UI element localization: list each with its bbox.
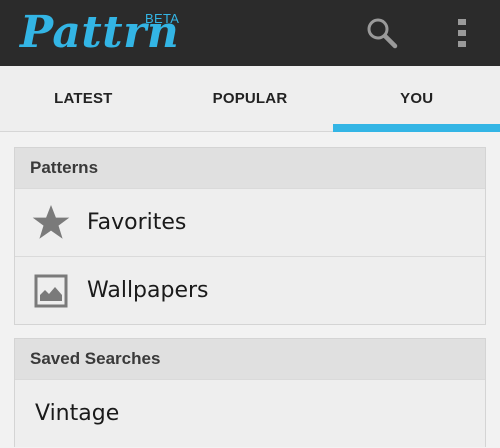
action-bar: Pattrn BETA <box>0 0 500 66</box>
overflow-menu-button[interactable] <box>440 12 484 54</box>
search-button[interactable] <box>358 12 406 54</box>
patterns-header: Patterns <box>15 148 485 188</box>
list-item-label: Favorites <box>87 210 187 235</box>
tab-label: POPULAR <box>212 90 288 107</box>
list-item-favorites[interactable]: Favorites <box>15 188 485 256</box>
list-item-vintage[interactable]: Vintage <box>15 379 485 447</box>
tab-you[interactable]: YOU <box>333 66 500 132</box>
selected-tab-indicator <box>333 124 500 132</box>
list-item-wallpapers[interactable]: Wallpapers <box>15 256 485 324</box>
list-item-label: Vintage <box>35 401 120 426</box>
tab-bar: LATEST POPULAR YOU <box>0 66 500 132</box>
image-icon <box>15 257 87 325</box>
list-item-label: Wallpapers <box>87 278 209 303</box>
search-icon <box>367 18 398 49</box>
patterns-card: Patterns Favorites Wallpapers <box>14 147 486 325</box>
overflow-menu-icon <box>458 19 466 47</box>
tab-popular[interactable]: POPULAR <box>167 66 334 131</box>
saved-searches-header: Saved Searches <box>15 339 485 379</box>
tab-label: YOU <box>400 90 434 107</box>
tab-label: LATEST <box>54 90 113 107</box>
saved-searches-card: Saved Searches Vintage <box>14 338 486 447</box>
tab-latest[interactable]: LATEST <box>0 66 167 131</box>
star-icon <box>15 189 87 257</box>
beta-badge: BETA <box>145 11 180 26</box>
app-root: Pattrn BETA LATEST POPULAR YOU Patterns … <box>0 0 500 448</box>
